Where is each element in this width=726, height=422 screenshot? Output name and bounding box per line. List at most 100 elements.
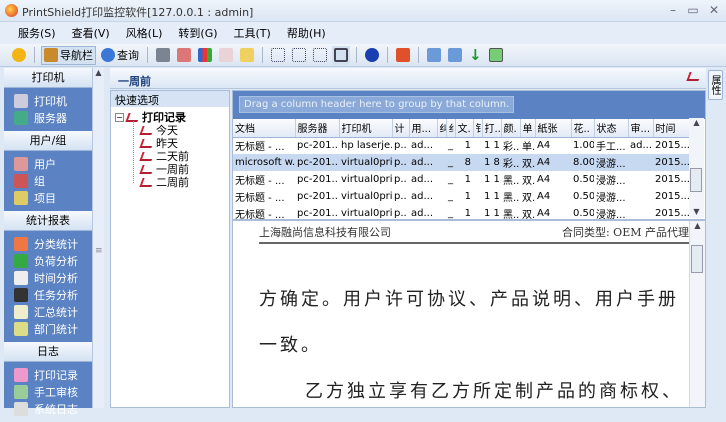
label: 项目 — [34, 191, 56, 205]
document-header: 上海融尚信息科技有限公司 合同类型: OEM 产品代理 — [259, 224, 689, 244]
column-header[interactable]: 审... — [628, 119, 654, 138]
group-by-panel[interactable]: Drag a column header here to group by th… — [233, 91, 705, 119]
sidebar-item-manual-audit[interactable]: 手工审核 — [4, 383, 92, 400]
query-button[interactable]: 查询 — [99, 46, 141, 65]
sidebar-scrollbar[interactable]: ▲ ≡ — [92, 68, 104, 408]
table-cell: 浸游... — [596, 193, 626, 204]
column-header[interactable]: 打印机 — [339, 119, 393, 138]
power-button[interactable] — [394, 46, 412, 65]
scroll-up-icon: ▲ — [694, 221, 701, 230]
label: 负荷分析 — [34, 254, 78, 268]
table-cell — [437, 171, 446, 188]
column-header[interactable]: 文. — [455, 119, 474, 138]
user-button[interactable] — [175, 46, 193, 65]
sidebar-item-load-analysis[interactable]: 负荷分析 — [4, 252, 92, 269]
column-header[interactable]: 服务器 — [295, 119, 340, 138]
section-logs[interactable]: 日志 — [4, 342, 92, 362]
column-header[interactable]: 纟 — [446, 119, 456, 138]
sidebar-item-time-analysis[interactable]: 时间分析 — [4, 269, 92, 286]
chart-button[interactable] — [196, 46, 214, 65]
section-users[interactable]: 用户/组 — [4, 131, 92, 151]
column-header[interactable]: 时间 — [653, 119, 690, 138]
document-scrollbar[interactable]: ▲ — [689, 221, 705, 407]
table-cell — [437, 188, 446, 205]
scroll-thumb[interactable] — [691, 245, 703, 273]
table-cell: 黑.. — [503, 193, 520, 204]
arrow-up-icon — [427, 48, 441, 62]
close-button[interactable]: ✕ — [706, 3, 722, 17]
sidebar-item-department[interactable]: 部门统计 — [4, 320, 92, 337]
label: 分类统计 — [34, 237, 78, 251]
log-button[interactable] — [217, 46, 235, 65]
column-header[interactable]: 紙张 — [535, 119, 572, 138]
view-list-button[interactable] — [311, 46, 329, 65]
scroll-thumb[interactable] — [690, 168, 702, 192]
label: 汇总统计 — [34, 305, 78, 319]
menu-help[interactable]: 帮助(H) — [287, 25, 336, 41]
download-button[interactable]: ↓ — [467, 46, 484, 65]
column-header[interactable]: 钅 — [473, 119, 483, 138]
column-header[interactable]: 状态 — [594, 119, 629, 138]
table-cell: 1 — [464, 208, 471, 219]
separator — [356, 47, 357, 63]
radiation-button[interactable] — [10, 46, 28, 65]
view-icons-button[interactable] — [269, 46, 287, 65]
table-row[interactable]: 无标题 - ... pc-201...virtual0pri...p.. ad...… — [233, 171, 689, 188]
sidebar-item-system-log[interactable]: 系统日志 — [4, 400, 92, 417]
sidebar-item-project[interactable]: 项目 — [4, 189, 92, 206]
section-printer[interactable]: 打印机 — [4, 68, 92, 88]
sidebar-item-printer[interactable]: 打印机 — [4, 92, 92, 109]
table-row[interactable]: 无标题 - ... pc-201...hp laserje...p.. ad... _… — [233, 137, 689, 154]
table-row[interactable]: 无标题 - ... pc-201...virtual0pri...p.. ad...… — [233, 188, 689, 205]
info-button[interactable] — [363, 46, 381, 65]
column-header[interactable]: 打.. — [482, 119, 502, 138]
properties-tab[interactable]: 属性 — [708, 70, 723, 100]
column-header[interactable]: 纠 — [437, 119, 447, 138]
up2-button[interactable] — [446, 46, 464, 65]
menu-view[interactable]: 查看(V) — [72, 25, 120, 41]
view-small-button[interactable] — [290, 46, 308, 65]
navbar-button[interactable]: 导航栏 — [41, 45, 96, 65]
table-cell: 2015... — [655, 140, 689, 152]
table-row[interactable]: 无标题 - ... pc-201...virtual0pri...p.. ad...… — [233, 205, 689, 219]
menu-style[interactable]: 风格(L) — [126, 25, 173, 41]
details-icon — [334, 48, 348, 62]
sidebar-item-category-stats[interactable]: 分类统计 — [4, 235, 92, 252]
sidebar-item-user[interactable]: 用户 — [4, 155, 92, 172]
grid-scrollbar[interactable]: ▲ ▼ — [689, 118, 704, 218]
column-header[interactable]: 计 — [392, 119, 410, 138]
document-line: 乙方独立享有乙方所定制产品的商标权、 — [305, 381, 683, 402]
collapse-icon[interactable]: − — [115, 112, 124, 122]
table-cell: 无标题 - ... — [235, 176, 285, 187]
view-details-button[interactable] — [332, 45, 350, 65]
sidebar-item-group[interactable]: 组 — [4, 172, 92, 189]
maximize-button[interactable]: ▭ — [685, 3, 701, 17]
table-cell: _ — [448, 191, 453, 202]
table-row[interactable]: microsoft w...pc-201...virtual0pri...p..… — [233, 154, 689, 171]
column-header[interactable]: 用... — [409, 119, 438, 138]
folder-icon — [14, 304, 28, 319]
table-cell: _ — [446, 154, 455, 171]
column-header[interactable]: 花.. — [571, 119, 595, 138]
up-button[interactable] — [425, 46, 443, 65]
table-cell: 黑.. — [503, 176, 520, 187]
column-header[interactable]: 单 — [520, 119, 536, 138]
sidebar-item-summary[interactable]: 汇总统计 — [4, 303, 92, 320]
help-button[interactable] — [238, 46, 256, 65]
refresh-icon — [489, 48, 503, 62]
sidebar-item-print-log[interactable]: 打印记录 — [4, 366, 92, 383]
printer-button[interactable] — [154, 46, 172, 65]
label: 系统日志 — [34, 402, 78, 416]
table-cell: _ — [448, 208, 453, 219]
menu-tools[interactable]: 工具(T) — [234, 25, 281, 41]
tree-item-two-weeks[interactable]: 二周前 — [139, 174, 189, 190]
section-reports[interactable]: 统计报表 — [4, 211, 92, 231]
menu-goto[interactable]: 转到(G) — [178, 25, 227, 41]
refresh-button[interactable] — [487, 46, 505, 65]
column-header[interactable]: 颜. — [501, 119, 521, 138]
sidebar-item-server[interactable]: 服务器 — [4, 109, 92, 126]
minimize-button[interactable]: – — [665, 3, 681, 17]
sidebar-item-task-analysis[interactable]: 任务分析 — [4, 286, 92, 303]
column-header[interactable]: 文档 — [233, 119, 296, 138]
menu-service[interactable]: 服务(S) — [18, 25, 66, 41]
